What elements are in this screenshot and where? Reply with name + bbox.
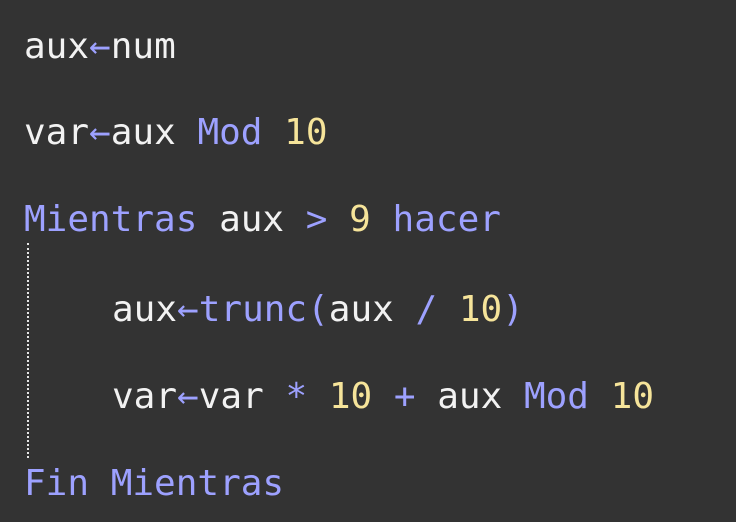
keyword-mod: Mod [197,112,263,153]
number-literal: 9 [349,199,371,240]
number-literal: 10 [458,289,503,330]
identifier: var [24,112,90,153]
identifier: aux [328,289,394,330]
code-editor: aux←num var←aux Mod 10 Mientras aux > 9 … [0,0,736,522]
code-line-1: aux←num [24,27,176,67]
keyword-mod: Mod [523,376,589,417]
identifier: aux [112,289,178,330]
keyword-hacer: hacer [392,199,501,240]
code-line-4: aux←trunc(aux / 10) [112,290,524,330]
identifier: aux [219,199,285,240]
assign-arrow: ← [177,376,199,417]
operator-divide: / [415,289,438,330]
paren-close: ) [502,289,524,330]
code-line-6: Fin Mientras [24,464,284,504]
assign-arrow: ← [89,26,111,67]
operator-plus: + [393,376,416,417]
identifier: var [112,376,178,417]
code-line-3: Mientras aux > 9 hacer [24,200,501,240]
identifier: num [110,26,176,67]
identifier: aux [437,376,503,417]
function-trunc: trunc [198,289,308,330]
keyword-mientras: Mientras [24,199,198,240]
identifier: var [198,376,264,417]
operator-multiply: * [285,376,308,417]
block-indent-guide [27,243,29,458]
identifier: aux [24,26,90,67]
identifier: aux [110,112,176,153]
paren-open: ( [307,289,329,330]
number-literal: 10 [328,376,373,417]
assign-arrow: ← [89,112,111,153]
code-line-5: var←var * 10 + aux Mod 10 [112,377,654,417]
number-literal: 10 [284,112,328,153]
assign-arrow: ← [177,289,199,330]
code-line-2: var←aux Mod 10 [24,113,328,153]
operator-greater: > [305,199,328,240]
keyword-fin-mientras: Fin Mientras [24,463,285,504]
number-literal: 10 [610,376,655,417]
